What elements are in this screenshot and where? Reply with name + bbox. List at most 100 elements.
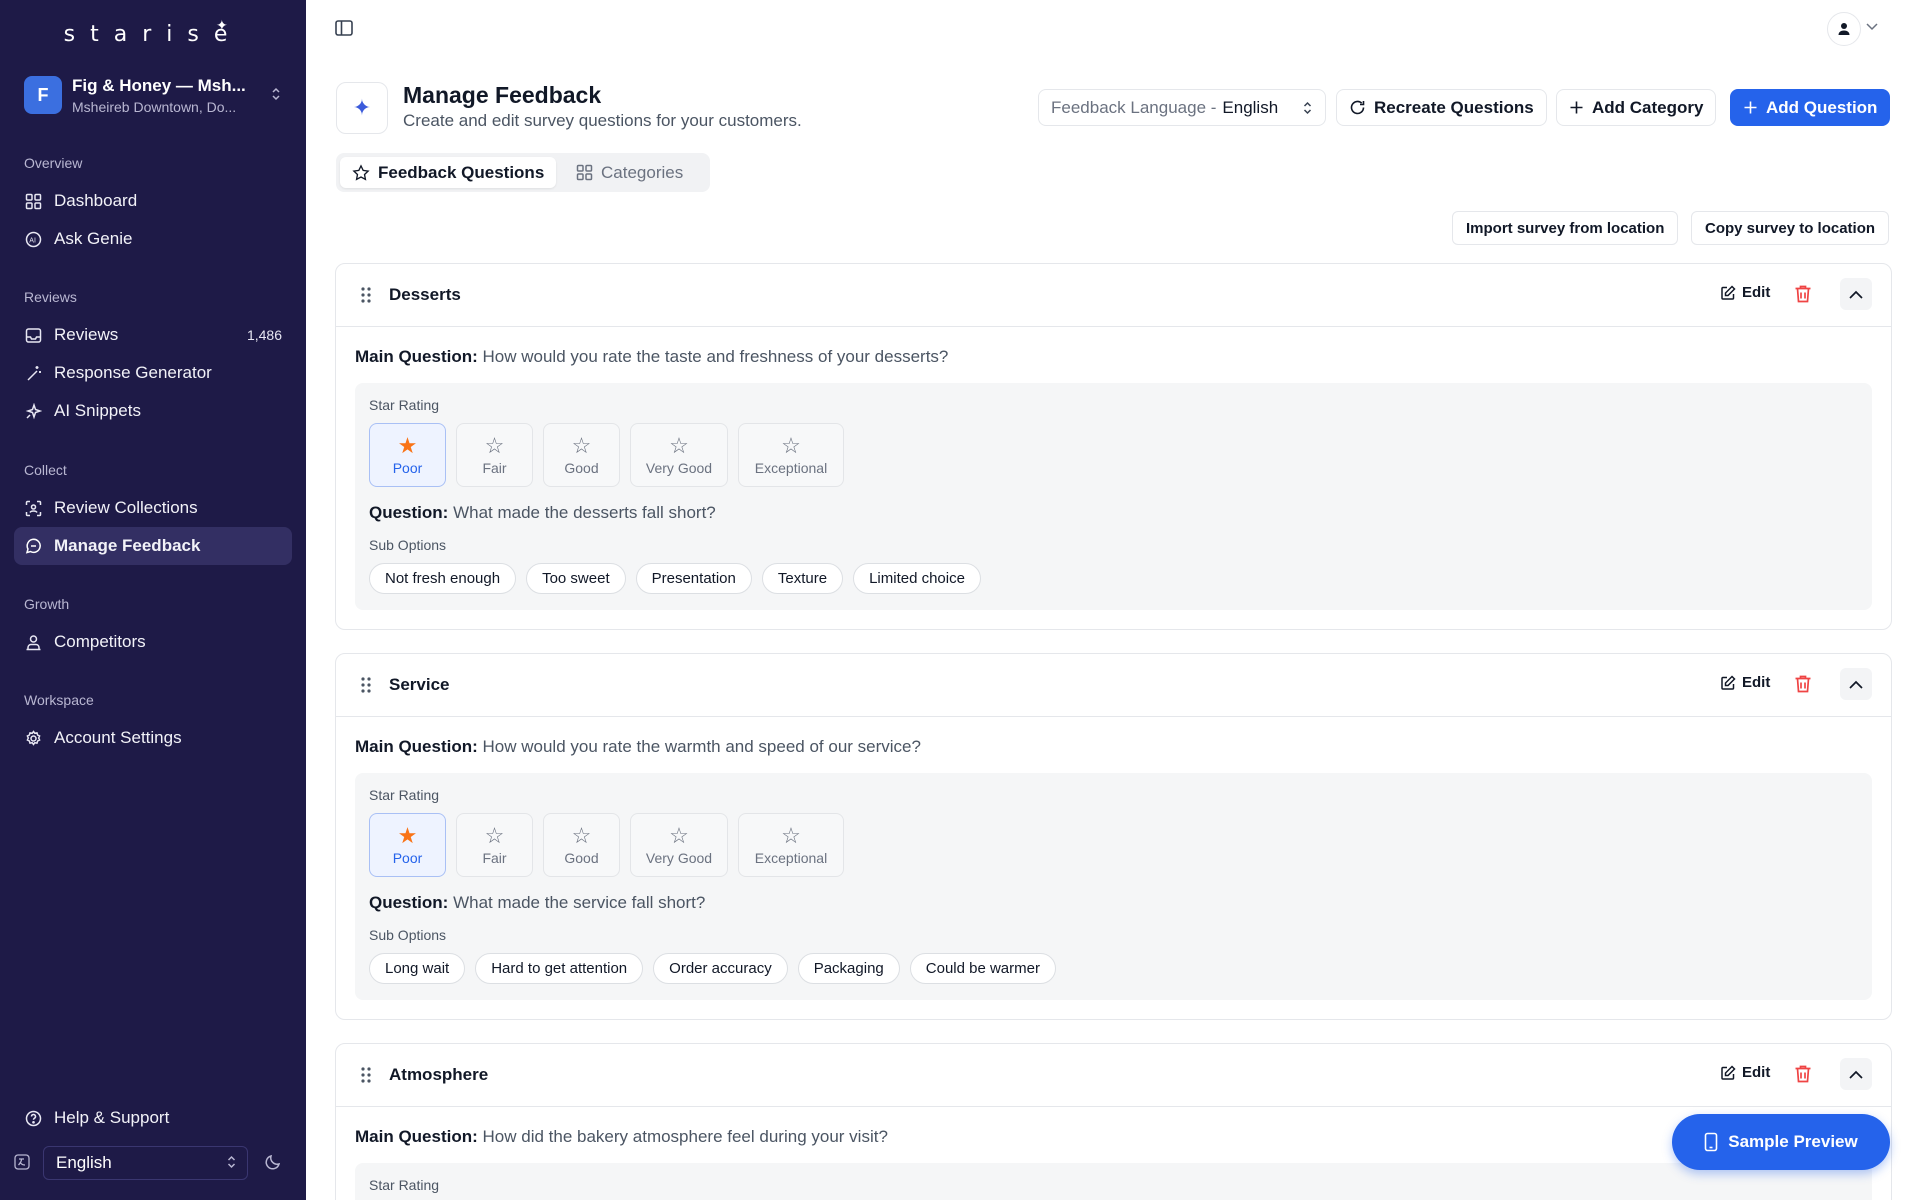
main-question-text: How would you rate the taste and freshne…: [482, 347, 949, 366]
star-rating-options: ★ Poor ☆ Fair ☆ Good ☆ Very Good ☆ Exceptiona…: [369, 813, 1858, 877]
feedback-language-value: English: [1222, 97, 1279, 117]
sidebar-item-label: Account Settings: [54, 728, 182, 747]
chevron-updown-icon: [270, 87, 282, 104]
main-question: Main Question: How did the bakery atmosp…: [355, 1127, 1872, 1147]
add-question-button[interactable]: Add Question: [1730, 89, 1891, 126]
category-card-desserts: Desserts Edit Main Question: How would y…: [335, 263, 1892, 630]
rating-option-very-good[interactable]: ☆ Very Good: [630, 813, 728, 877]
rating-option-good[interactable]: ☆ Good: [543, 813, 620, 877]
nav-section-reviews: Reviews: [24, 289, 77, 305]
edit-button[interactable]: Edit: [1720, 674, 1770, 691]
drag-handle-icon[interactable]: [360, 676, 372, 694]
category-header: Atmosphere Edit: [336, 1044, 1891, 1107]
sidebar-item-review-collections[interactable]: Review Collections: [14, 489, 292, 527]
scan-icon: [24, 499, 42, 517]
org-switcher[interactable]: F Fig & Honey — Msh... Msheireb Downtown…: [24, 72, 286, 118]
sub-option-chip[interactable]: Not fresh enough: [369, 563, 517, 594]
sub-option-chip[interactable]: Long wait: [369, 953, 466, 984]
main-question-label: Main Question:: [355, 737, 478, 756]
category-header: Desserts Edit: [336, 264, 1891, 327]
sparkle-icon: ✦: [336, 82, 388, 134]
sample-preview-button[interactable]: Sample Preview: [1672, 1114, 1890, 1170]
sub-option-chip[interactable]: Hard to get attention: [475, 953, 644, 984]
sidebar-item-ai-snippets[interactable]: AI Snippets: [14, 392, 292, 430]
sparkle-icon: ✦: [216, 18, 228, 34]
rating-option-fair[interactable]: ☆ Fair: [456, 423, 533, 487]
sidebar-item-account-settings[interactable]: Account Settings: [14, 719, 292, 757]
sidebar-item-help-support[interactable]: Help & Support: [14, 1099, 292, 1137]
user-avatar[interactable]: [1827, 12, 1861, 46]
sidebar-item-competitors[interactable]: Competitors: [14, 623, 292, 661]
copy-survey-button[interactable]: Copy survey to location: [1691, 211, 1890, 245]
person-icon: [24, 633, 42, 651]
svg-text:AI: AI: [29, 237, 36, 244]
edit-button[interactable]: Edit: [1720, 284, 1770, 301]
rating-option-exceptional[interactable]: ☆ Exceptional: [738, 423, 844, 487]
rating-option-poor[interactable]: ★ Poor: [369, 423, 446, 487]
recreate-questions-label: Recreate Questions: [1374, 97, 1534, 117]
edit-button[interactable]: Edit: [1720, 1064, 1770, 1081]
tab-categories[interactable]: Categories: [564, 157, 695, 188]
follow-up-question: Question: What made the service fall sho…: [369, 893, 1858, 913]
recreate-questions-button[interactable]: Recreate Questions: [1336, 89, 1547, 126]
sub-option-chip[interactable]: Could be warmer: [909, 953, 1056, 984]
trash-icon[interactable]: [1794, 1064, 1814, 1084]
question-text: What made the desserts fall short?: [453, 503, 716, 522]
trash-icon[interactable]: [1794, 674, 1814, 694]
sub-option-chip[interactable]: Too sweet: [526, 563, 626, 594]
sidebar-item-reviews[interactable]: Reviews 1,486: [14, 316, 292, 354]
dark-mode-toggle[interactable]: [264, 1153, 284, 1173]
collapse-button[interactable]: [1840, 1058, 1872, 1090]
follow-up-question: Question: What made the desserts fall sh…: [369, 503, 1858, 523]
import-survey-button[interactable]: Import survey from location: [1452, 211, 1679, 245]
language-select[interactable]: English: [43, 1146, 248, 1180]
star-rating-options: ★ Poor ☆ Fair ☆ Good ☆ Very Good ☆ Exceptiona…: [369, 423, 1858, 487]
phone-icon: [1704, 1132, 1718, 1152]
sub-option-chip[interactable]: Presentation: [635, 563, 752, 594]
sub-option-chip[interactable]: Packaging: [797, 953, 900, 984]
nav-section-overview: Overview: [24, 155, 83, 171]
sidebar-toggle-icon[interactable]: [334, 18, 356, 40]
drag-handle-icon[interactable]: [360, 286, 372, 304]
sparkle-icon: [24, 402, 42, 420]
collapse-button[interactable]: [1840, 668, 1872, 700]
drag-handle-icon[interactable]: [360, 1066, 372, 1084]
add-category-button[interactable]: Add Category: [1556, 89, 1717, 126]
edit-icon: [1720, 674, 1736, 691]
chat-icon: [24, 537, 42, 555]
sub-option-chip[interactable]: Limited choice: [853, 563, 981, 594]
rating-option-poor[interactable]: ★ Poor: [369, 813, 446, 877]
star-rating-label: Star Rating: [369, 397, 440, 413]
org-location: Msheireb Downtown, Do...: [72, 98, 237, 115]
sidebar-item-label: Manage Feedback: [54, 536, 201, 555]
tab-feedback-questions[interactable]: Feedback Questions: [340, 157, 557, 188]
sub-option-chip[interactable]: Texture: [761, 563, 844, 594]
sidebar-item-ask-genie[interactable]: AI Ask Genie: [14, 220, 292, 258]
chevron-updown-icon: [226, 1155, 237, 1172]
chevron-down-icon[interactable]: [1866, 20, 1878, 34]
sidebar-item-response-generator[interactable]: Response Generator: [14, 354, 292, 392]
sidebar-item-dashboard[interactable]: Dashboard: [14, 182, 292, 220]
org-name: Fig & Honey — Msh...: [72, 75, 246, 95]
category-name: Atmosphere: [389, 1065, 489, 1084]
sub-option-chip[interactable]: Order accuracy: [653, 953, 788, 984]
sidebar: starise ✦ F Fig & Honey — Msh... Msheireb…: [0, 0, 306, 1200]
category-name: Service: [389, 675, 450, 694]
star-icon: ☆: [781, 432, 801, 458]
sub-options-label: Sub Options: [369, 927, 447, 943]
feedback-language-label: Feedback Language -: [1051, 97, 1217, 117]
rating-option-good[interactable]: ☆ Good: [543, 423, 620, 487]
star-icon: ☆: [484, 822, 505, 848]
chevron-up-icon: [1849, 290, 1863, 299]
sidebar-item-label: Review Collections: [54, 498, 198, 517]
feedback-language-select[interactable]: Feedback Language - English: [1038, 89, 1326, 126]
chevron-up-icon: [1849, 1070, 1863, 1079]
rating-option-fair[interactable]: ☆ Fair: [456, 813, 533, 877]
rating-option-exceptional[interactable]: ☆ Exceptional: [738, 813, 844, 877]
trash-icon[interactable]: [1794, 284, 1814, 304]
sidebar-item-label: Reviews: [54, 325, 119, 344]
sidebar-item-manage-feedback[interactable]: Manage Feedback: [14, 527, 292, 565]
app-logo[interactable]: starise ✦: [0, 18, 306, 47]
rating-option-very-good[interactable]: ☆ Very Good: [630, 423, 728, 487]
collapse-button[interactable]: [1840, 278, 1872, 310]
